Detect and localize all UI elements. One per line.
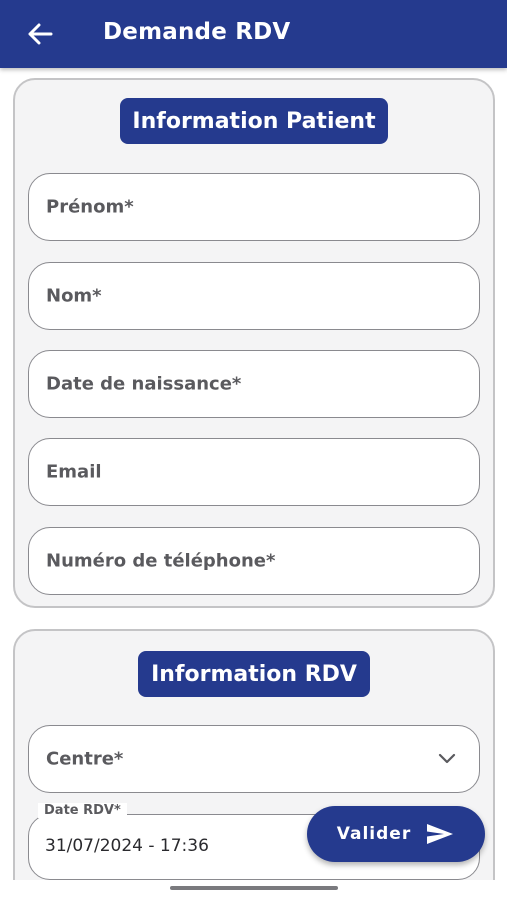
first-name-label: Prénom* — [46, 196, 134, 218]
first-name-field[interactable]: Prénom* — [28, 173, 480, 241]
rdv-section-title: Information RDV — [138, 651, 370, 697]
home-indicator[interactable] — [170, 886, 338, 890]
birth-date-field[interactable]: Date de naissance* — [28, 350, 480, 418]
send-icon — [427, 824, 454, 844]
email-field[interactable]: Email — [28, 438, 480, 506]
email-label: Email — [46, 461, 102, 483]
date-rdv-value: 31/07/2024 - 17:36 — [45, 836, 209, 856]
patient-section-title: Information Patient — [120, 98, 388, 144]
last-name-field[interactable]: Nom* — [28, 262, 480, 330]
validate-label: Valider — [336, 824, 412, 844]
phone-field[interactable]: Numéro de téléphone* — [28, 527, 480, 595]
date-rdv-label: Date RDV* — [38, 803, 127, 818]
centre-select[interactable]: Centre* — [28, 725, 480, 793]
validate-button[interactable]: Valider — [307, 806, 485, 862]
centre-label: Centre* — [46, 748, 124, 770]
last-name-label: Nom* — [46, 285, 102, 307]
system-nav-bar — [0, 880, 507, 900]
app-bar: Demande RDV — [0, 0, 507, 68]
birth-date-label: Date de naissance* — [46, 373, 242, 395]
chevron-down-icon — [438, 753, 456, 764]
arrow-left-icon — [28, 23, 53, 45]
back-button[interactable] — [22, 18, 58, 50]
phone-label: Numéro de téléphone* — [46, 550, 276, 572]
page-title: Demande RDV — [103, 19, 291, 45]
